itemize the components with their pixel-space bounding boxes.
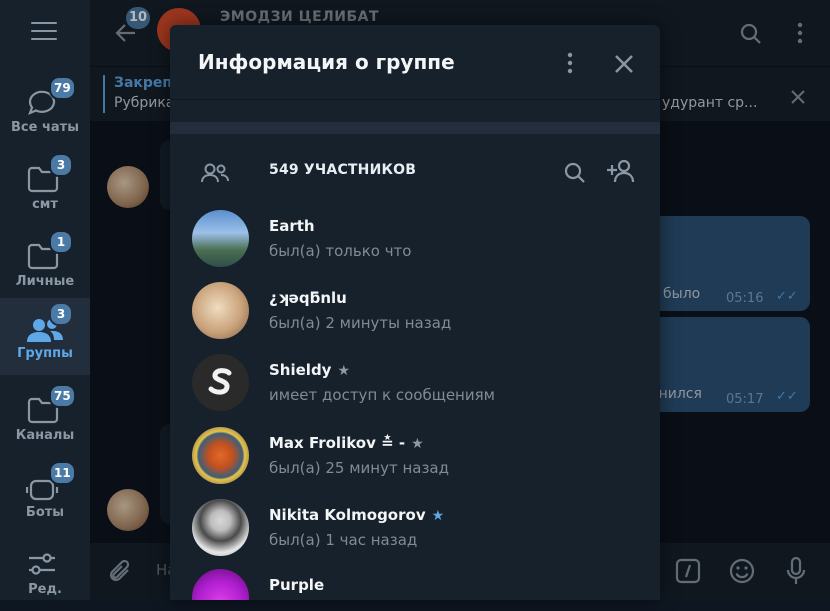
folder-label: Ред. — [28, 582, 62, 597]
close-icon[interactable] — [611, 51, 637, 77]
member-name: ¿ʞǝqƃnlu — [269, 289, 347, 307]
folder-label: Каналы — [15, 428, 75, 443]
members-count: 549 УЧАСТНИКОВ — [269, 162, 417, 178]
avatar — [192, 210, 249, 267]
folder-badge: 3 — [49, 153, 73, 177]
avatar — [192, 427, 249, 484]
folder-badge: 11 — [49, 461, 76, 485]
folder-badge: 3 — [49, 302, 73, 326]
folder-sidebar: 79 Все чаты 3 смт 1 Личные 3 Группы 75 К… — [0, 0, 90, 600]
section-separator — [170, 122, 660, 134]
member-name: Max Frolikov ≛ - ★ — [269, 434, 424, 452]
member-row[interactable]: Earth был(а) только что — [170, 210, 660, 282]
more-vertical-icon[interactable] — [563, 51, 577, 75]
s-logo-icon — [208, 368, 232, 395]
members-icon — [201, 163, 229, 183]
search-icon[interactable] — [564, 162, 586, 184]
member-row[interactable]: Nikita Kolmogorov ★ был(а) 1 час назад — [170, 499, 660, 571]
folder-personal[interactable]: 1 Личные — [0, 226, 90, 303]
member-name: Purple — [269, 576, 325, 594]
member-status: имеет доступ к сообщениям — [269, 386, 495, 404]
menu-icon[interactable] — [31, 22, 57, 44]
sliders-icon — [29, 553, 55, 575]
avatar — [192, 282, 249, 339]
avatar — [192, 569, 249, 600]
folder-groups[interactable]: 3 Группы — [0, 298, 90, 375]
members-header: 549 УЧАСТНИКОВ — [170, 149, 660, 193]
add-member-icon[interactable] — [606, 158, 636, 184]
folder-label: смт — [32, 197, 58, 212]
folder-edit[interactable]: Ред. — [0, 534, 90, 611]
member-name: Nikita Kolmogorov ★ — [269, 506, 445, 524]
member-status: был(а) 25 минут назад — [269, 459, 449, 477]
star-icon: ★ — [337, 363, 351, 379]
folder-channels[interactable]: 75 Каналы — [0, 380, 90, 457]
folder-label: Все чаты — [11, 120, 79, 135]
star-icon: ★ — [411, 436, 424, 452]
member-status: был(а) только что — [269, 242, 412, 260]
folder-badge: 79 — [49, 76, 76, 100]
folder-label: Личные — [15, 274, 75, 289]
folder-all-chats[interactable]: 79 Все чаты — [0, 72, 90, 149]
member-row[interactable]: Purple — [170, 569, 660, 600]
group-info-dialog: Информация о группе 549 УЧАСТНИКОВ Earth… — [170, 25, 660, 600]
folder-bots[interactable]: 11 Боты — [0, 457, 90, 534]
divider — [170, 99, 660, 100]
folder-label: Группы — [17, 346, 73, 361]
member-row[interactable]: Max Frolikov ≛ - ★ был(а) 25 минут назад — [170, 427, 660, 499]
member-row[interactable]: ¿ʞǝqƃnlu был(а) 2 минуты назад — [170, 282, 660, 354]
member-name: Shieldy ★ — [269, 361, 351, 379]
member-status: был(а) 1 час назад — [269, 531, 418, 549]
star-icon: ★ — [431, 508, 445, 524]
folder-smt[interactable]: 3 смт — [0, 149, 90, 226]
folder-label: Боты — [25, 505, 65, 520]
dialog-title: Информация о группе — [198, 50, 455, 74]
folder-badge: 75 — [49, 384, 76, 408]
folder-badge: 1 — [49, 230, 73, 254]
member-status: был(а) 2 минуты назад — [269, 314, 452, 332]
member-name: Earth — [269, 217, 315, 235]
avatar — [192, 499, 249, 556]
avatar — [192, 354, 249, 411]
member-row[interactable]: Shieldy ★ имеет доступ к сообщениям — [170, 354, 660, 426]
